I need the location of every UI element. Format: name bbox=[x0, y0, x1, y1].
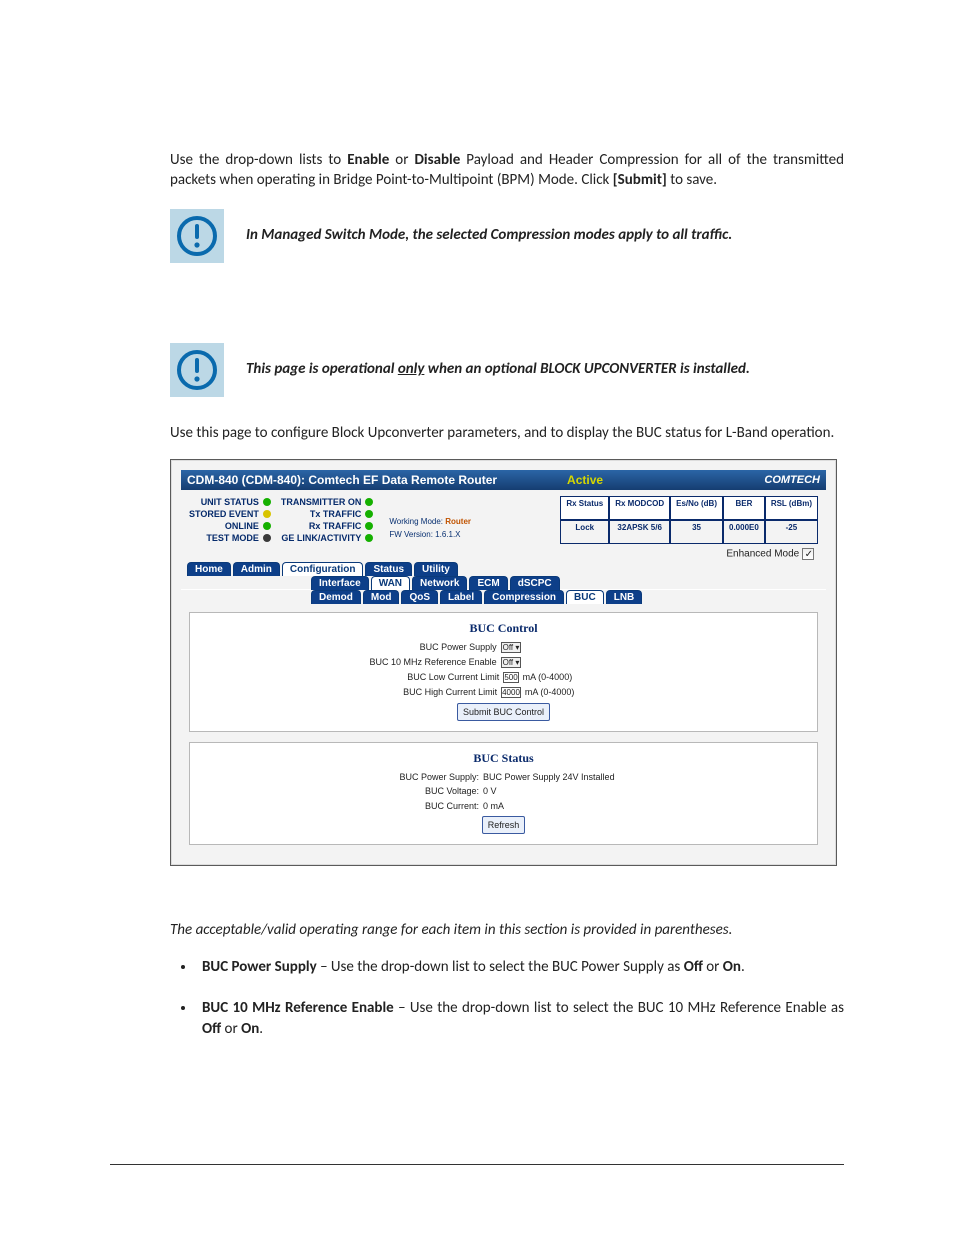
tab-admin[interactable]: Admin bbox=[233, 562, 280, 576]
note-1-text: In Managed Switch Mode, the selected Com… bbox=[246, 225, 732, 245]
alert-icon bbox=[170, 209, 224, 263]
buc-control-title: BUC Control bbox=[196, 621, 811, 636]
note-2-text: This page is operational only when an op… bbox=[246, 359, 750, 379]
tab-network[interactable]: Network bbox=[412, 576, 467, 590]
tab-home[interactable]: Home bbox=[187, 562, 231, 576]
range-note: The acceptable/valid operating range for… bbox=[170, 920, 844, 940]
status-active: Active bbox=[567, 473, 603, 487]
select-power-supply[interactable]: Off ▾ bbox=[501, 642, 522, 653]
tab-buc[interactable]: BUC bbox=[566, 590, 604, 604]
tab-label[interactable]: Label bbox=[440, 590, 482, 604]
alert-icon bbox=[170, 343, 224, 397]
footer-rule bbox=[110, 1164, 844, 1165]
tab-qos[interactable]: QoS bbox=[401, 590, 438, 604]
lbl-power-supply: BUC Power Supply bbox=[362, 640, 497, 655]
tab-compression[interactable]: Compression bbox=[484, 590, 564, 604]
tab-status[interactable]: Status bbox=[365, 562, 412, 576]
tab-configuration[interactable]: Configuration bbox=[282, 562, 364, 576]
led-mid-col: TRANSMITTER ON Tx TRAFFIC Rx TRAFFIC GE … bbox=[281, 496, 374, 545]
enhanced-mode[interactable]: Enhanced Mode ✓ bbox=[181, 546, 826, 562]
hint-low-current: mA (0-4000) bbox=[523, 670, 643, 685]
led-left-col: UNIT STATUS STORED EVENT ONLINE TEST MOD… bbox=[189, 496, 271, 545]
rx-table: Rx Status Rx MODCOD Es/No (dB) BER RSL (… bbox=[560, 496, 818, 545]
tabs-level-3[interactable]: Demod Mod QoS Label Compression BUC LNB bbox=[181, 590, 826, 604]
buc-status-panel: BUC Status BUC Power Supply:BUC Power Su… bbox=[189, 742, 818, 846]
buc-control-panel: BUC Control BUC Power Supply Off ▾ BUC 1… bbox=[189, 612, 818, 732]
title-bar: CDM-840 (CDM-840): Comtech EF Data Remot… bbox=[181, 470, 826, 490]
buc-status-title: BUC Status bbox=[196, 751, 811, 766]
tabs-level-1[interactable]: Home Admin Configuration Status Utility bbox=[181, 562, 826, 576]
tab-demod[interactable]: Demod bbox=[311, 590, 361, 604]
router-ui: CDM-840 (CDM-840): Comtech EF Data Remot… bbox=[170, 459, 837, 867]
tab-dscpc[interactable]: dSCPC bbox=[510, 576, 560, 590]
tab-ecm[interactable]: ECM bbox=[469, 576, 507, 590]
meta-col: Working Mode: Router FW Version: 1.6.1.X bbox=[389, 496, 471, 545]
tab-interface[interactable]: Interface bbox=[311, 576, 369, 590]
input-low-current[interactable]: 500 bbox=[503, 672, 518, 683]
logo: COMTECH bbox=[764, 474, 820, 486]
tab-wan[interactable]: WAN bbox=[371, 576, 410, 590]
tabs-level-2[interactable]: Interface WAN Network ECM dSCPC bbox=[181, 576, 826, 590]
lbl-ref-enable: BUC 10 MHz Reference Enable bbox=[362, 655, 497, 670]
intro-paragraph-1: Use the drop-down lists to Enable or Dis… bbox=[170, 150, 844, 191]
tab-lnb[interactable]: LNB bbox=[606, 590, 643, 604]
note-1: In Managed Switch Mode, the selected Com… bbox=[170, 209, 844, 263]
intro-paragraph-2: Use this page to configure Block Upconve… bbox=[170, 423, 844, 443]
bullet-list: BUC Power Supply – Use the drop-down lis… bbox=[170, 957, 844, 1040]
tab-mod[interactable]: Mod bbox=[363, 590, 400, 604]
note-2: This page is operational only when an op… bbox=[170, 343, 844, 397]
tab-utility[interactable]: Utility bbox=[414, 562, 458, 576]
input-high-current[interactable]: 4000 bbox=[501, 687, 521, 698]
title-text: CDM-840 (CDM-840): Comtech EF Data Remot… bbox=[187, 473, 497, 487]
lbl-high-current: BUC High Current Limit bbox=[362, 685, 497, 700]
lbl-low-current: BUC Low Current Limit bbox=[364, 670, 499, 685]
hint-high-current: mA (0-4000) bbox=[525, 685, 645, 700]
refresh-button[interactable]: Refresh bbox=[482, 816, 526, 834]
submit-buc-control-button[interactable]: Submit BUC Control bbox=[457, 703, 550, 721]
select-ref-enable[interactable]: Off ▾ bbox=[501, 657, 522, 668]
